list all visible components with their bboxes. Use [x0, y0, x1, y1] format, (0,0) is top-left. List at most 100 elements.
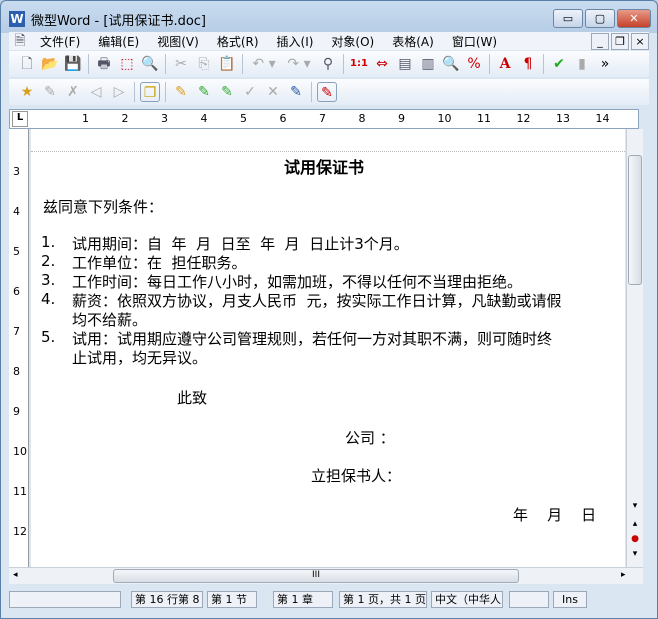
- doc-close-button[interactable]: ×: [631, 32, 649, 50]
- delete-comment-icon[interactable]: ✗: [63, 82, 83, 102]
- vruler-mark: 7: [13, 325, 20, 338]
- status-message: [9, 590, 121, 608]
- status-line-col: 第 16 行第 8: [131, 590, 203, 608]
- zoom-icon[interactable]: 🔍: [441, 54, 461, 74]
- find-icon[interactable]: ⚲: [318, 54, 338, 74]
- ruler-mark: 4: [200, 112, 208, 125]
- document-icon: 🗎: [14, 33, 26, 49]
- menu-window[interactable]: 窗口(W): [443, 33, 506, 50]
- next-comment-icon[interactable]: ▷: [109, 82, 129, 102]
- guarantor-line: 立担保书人：: [311, 467, 402, 485]
- list-number: 2.: [41, 252, 56, 270]
- horizontal-ruler[interactable]: L 1 2 3 4 5 6 7 8 9 10 11 12 13 14: [9, 109, 639, 129]
- vertical-scrollbar[interactable]: ▾ ▴ ● ▾: [626, 129, 643, 567]
- paragraph-icon[interactable]: ¶: [518, 54, 538, 74]
- status-section: 第 1 节: [207, 590, 257, 608]
- prev-comment-icon[interactable]: ◁: [86, 82, 106, 102]
- horizontal-scrollbar[interactable]: ◂ III ▸: [9, 567, 643, 584]
- menu-edit[interactable]: 编辑(E): [89, 33, 148, 50]
- tab-stop-selector[interactable]: L: [12, 111, 28, 127]
- menu-view[interactable]: 视图(V): [148, 33, 208, 50]
- ruler-mark: 6: [279, 112, 287, 125]
- horizontal-scroll-thumb[interactable]: III: [113, 569, 519, 583]
- menu-bar: 🗎 文件(F) 编辑(E) 视图(V) 格式(R) 插入(I) 对象(O) 表格…: [9, 32, 649, 50]
- chart-icon[interactable]: ▮: [572, 54, 592, 74]
- two-page-icon[interactable]: ▥: [418, 54, 438, 74]
- spellcheck-icon[interactable]: ✔: [549, 54, 569, 74]
- edit-comment-icon[interactable]: ✎: [40, 82, 60, 102]
- vruler-mark: 3: [13, 165, 20, 178]
- redo-icon[interactable]: ↷ ▾: [283, 54, 315, 74]
- scroll-down-button[interactable]: ▾: [628, 501, 642, 516]
- close-button[interactable]: ✕: [617, 9, 651, 28]
- maximize-button[interactable]: ▢: [585, 9, 615, 28]
- new-comment-icon[interactable]: ★: [17, 82, 37, 102]
- date-line: 年 月 日: [513, 506, 597, 524]
- cut-icon[interactable]: ✂: [171, 54, 191, 74]
- minimize-button[interactable]: ▭: [553, 9, 583, 28]
- menu-object[interactable]: 对象(O): [322, 33, 383, 50]
- closing-text: 此致: [177, 389, 208, 407]
- list-number: 5.: [41, 328, 56, 346]
- menu-format[interactable]: 格式(R): [208, 33, 268, 50]
- undo-icon[interactable]: ↶ ▾: [248, 54, 280, 74]
- vertical-scroll-thumb[interactable]: [628, 155, 642, 285]
- open-icon[interactable]: 📂: [40, 54, 60, 74]
- standard-toolbar: 🗋 📂 💾 🖶 ⬚ 🔍 ✂ ⎘ 📋 ↶ ▾ ↷ ▾ ⚲ 1:1 ⇔ ▤ ▥ 🔍 …: [9, 51, 649, 77]
- review-pane-icon[interactable]: ✎: [317, 82, 337, 102]
- window-title: 微型Word - [试用保证书.doc]: [31, 13, 206, 29]
- app-window: W 微型Word - [试用保证书.doc] ▭ ▢ ✕ 🗎 文件(F) 编辑(…: [0, 0, 658, 619]
- next-revision-icon[interactable]: ✎: [217, 82, 237, 102]
- browse-object-button[interactable]: ●: [628, 534, 642, 549]
- zoom-percent-icon[interactable]: %: [464, 54, 484, 74]
- single-page-icon[interactable]: ▤: [395, 54, 415, 74]
- status-blank: [509, 590, 549, 608]
- list-number: 1.: [41, 233, 56, 251]
- reject-icon[interactable]: ✕: [263, 82, 283, 102]
- preview-icon[interactable]: 🔍: [140, 54, 160, 74]
- menu-file[interactable]: 文件(F): [31, 33, 89, 50]
- ruler-mark: 3: [161, 112, 168, 125]
- status-insert-mode[interactable]: Ins: [553, 590, 587, 608]
- list-item-text: 工作时间：每日工作八小时，如需加班，不得以任何不当理由拒绝。: [72, 273, 523, 291]
- status-language: 中文（中华人: [431, 590, 503, 608]
- document-page[interactable]: 试用保证书 兹同意下列条件： 1. 试用期间：自 年 月 日至 年 月 日止计3个…: [31, 129, 625, 567]
- vruler-mark: 8: [13, 365, 20, 378]
- doc-restore-button[interactable]: ❐: [611, 32, 629, 50]
- ruler-mark: 11: [477, 112, 491, 125]
- font-color-icon[interactable]: A: [495, 54, 515, 74]
- vruler-mark: 12: [13, 525, 27, 538]
- vruler-mark: 6: [13, 285, 20, 298]
- scroll-left-button[interactable]: ◂: [13, 570, 18, 580]
- vruler-mark: 11: [13, 485, 27, 498]
- next-page-button[interactable]: ▾: [628, 549, 642, 564]
- vruler-mark: 9: [13, 405, 20, 418]
- accept-icon[interactable]: ✓: [240, 82, 260, 102]
- prev-revision-icon[interactable]: ✎: [194, 82, 214, 102]
- doc-minimize-button[interactable]: _: [591, 32, 609, 50]
- save-icon[interactable]: 💾: [63, 54, 83, 74]
- new-icon[interactable]: 🗋: [17, 54, 37, 74]
- status-bar: 第 16 行第 8 第 1 节 第 1 章 第 1 页，共 1 页 中文（中华人…: [9, 589, 649, 609]
- review-toolbar: ★ ✎ ✗ ◁ ▷ ❐ ✎ ✎ ✎ ✓ ✕ ✎ ✎: [9, 79, 649, 105]
- ruler-mark: 5: [240, 112, 247, 125]
- menu-table[interactable]: 表格(A): [383, 33, 443, 50]
- toolbar-more-button[interactable]: »: [595, 54, 615, 74]
- vruler-mark: 5: [13, 245, 20, 258]
- pdf-icon[interactable]: ⬚: [117, 54, 137, 74]
- track-changes-icon[interactable]: ✎: [286, 82, 306, 102]
- actual-size-icon[interactable]: 1:1: [349, 54, 369, 74]
- print-icon[interactable]: 🖶: [94, 54, 114, 74]
- scroll-right-button[interactable]: ▸: [621, 570, 626, 580]
- menu-insert[interactable]: 插入(I): [268, 33, 323, 50]
- paste-icon[interactable]: 📋: [217, 54, 237, 74]
- company-line: 公司 ：: [345, 429, 395, 447]
- copy-icon[interactable]: ⎘: [194, 54, 214, 74]
- prev-page-button[interactable]: ▴: [628, 519, 642, 534]
- show-comments-icon[interactable]: ❐: [140, 82, 160, 102]
- page-width-icon[interactable]: ⇔: [372, 54, 392, 74]
- highlight-icon[interactable]: ✎: [171, 82, 191, 102]
- list-item-text: 均不给薪。: [72, 311, 148, 329]
- ruler-mark: 9: [398, 112, 405, 125]
- list-item-text: 止试用，均无异议。: [72, 349, 208, 367]
